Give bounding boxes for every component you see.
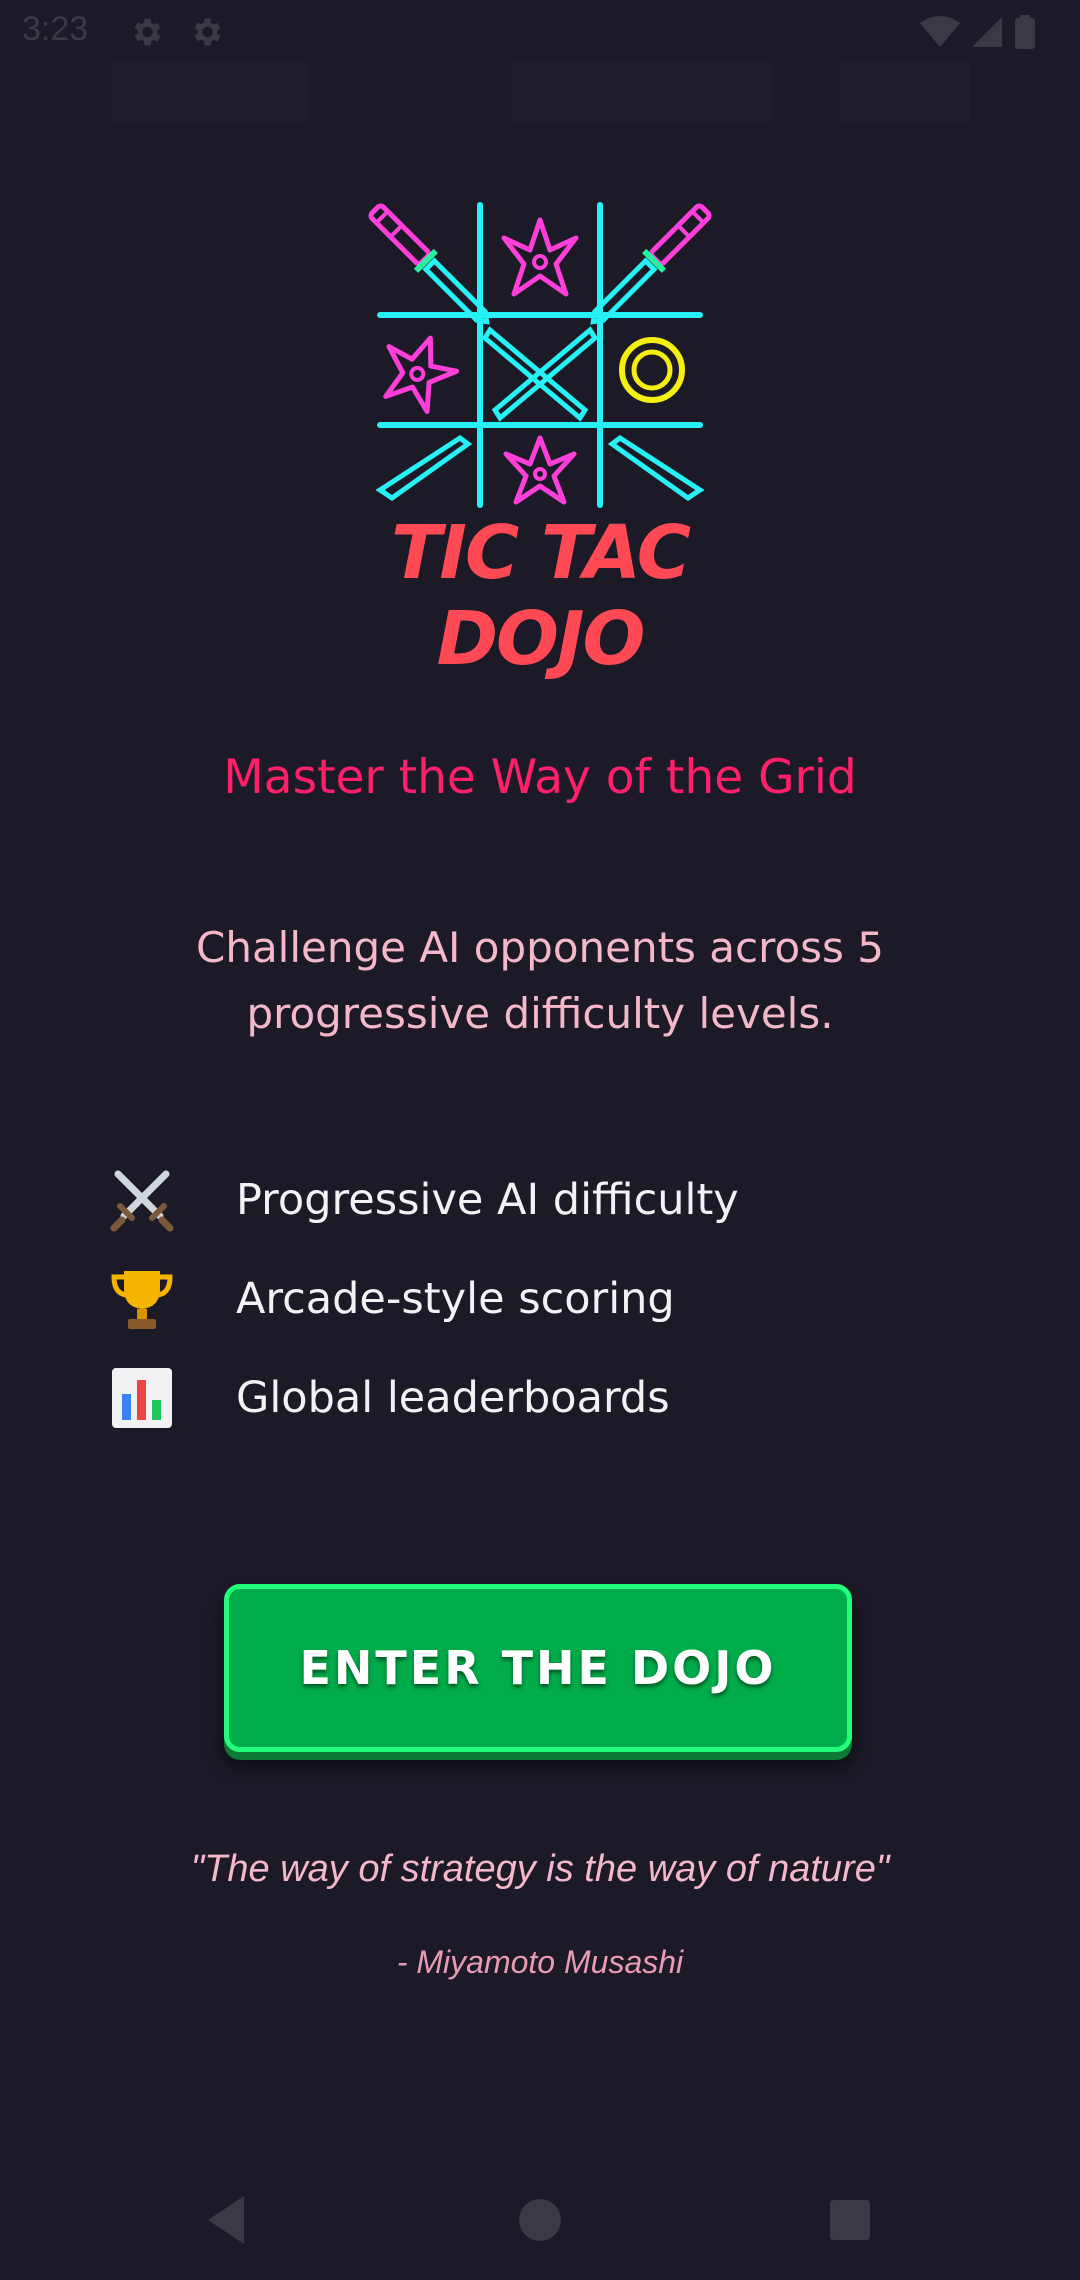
o-mark-icon [619,337,685,403]
quote-text: "The way of strategy is the way of natur… [190,1848,890,1890]
shuriken-icon [383,335,460,414]
status-time: 3:23 [22,10,89,48]
home-icon[interactable] [510,2190,570,2250]
cellular-signal-icon [972,17,1002,47]
quote-author: - Miyamoto Musashi [396,1944,684,1980]
logo-title: TIC TAC DOJO [390,510,691,682]
katana-icon [368,203,490,325]
katana-icon [590,203,712,325]
ghost-toolbar-block [112,62,308,122]
enter-dojo-button-label: ENTER THE DOJO [299,1641,777,1695]
feature-label: Progressive AI difficulty [236,1174,739,1225]
bar-chart-icon [112,1367,172,1428]
description: Challenge AI opponents across 5 progress… [196,923,884,1038]
feature-label: Arcade-style scoring [236,1273,675,1324]
status-bar: 3:23 [0,0,1080,66]
navigation-bar [0,2160,1080,2280]
ghost-toolbar-block [512,62,772,122]
shuriken-icon [501,217,579,297]
trophy-icon [111,1270,173,1329]
enter-dojo-button[interactable]: ENTER THE DOJO [224,1584,852,1752]
shuriken-icon [503,435,577,505]
x-mark-icon [481,326,599,422]
status-indicators [920,14,1036,50]
feature-item: Arcade-style scoring [108,1249,968,1348]
crossed-swords-icon [110,1170,174,1231]
feature-item: Progressive AI difficulty [108,1150,968,1249]
tagline: Master the Way of the Grid [223,750,857,805]
back-icon[interactable] [196,2190,256,2250]
settings-icon [134,18,161,46]
feature-item: Global leaderboards [108,1348,968,1447]
feature-label: Global leaderboards [236,1372,670,1423]
feature-list: Progressive AI difficulty Arcade-style s… [108,1150,968,1447]
recents-icon[interactable] [820,2190,880,2250]
settings-icon [194,18,221,46]
wifi-icon [920,16,960,47]
ghost-toolbar-block [840,62,970,122]
battery-icon [1015,15,1035,49]
